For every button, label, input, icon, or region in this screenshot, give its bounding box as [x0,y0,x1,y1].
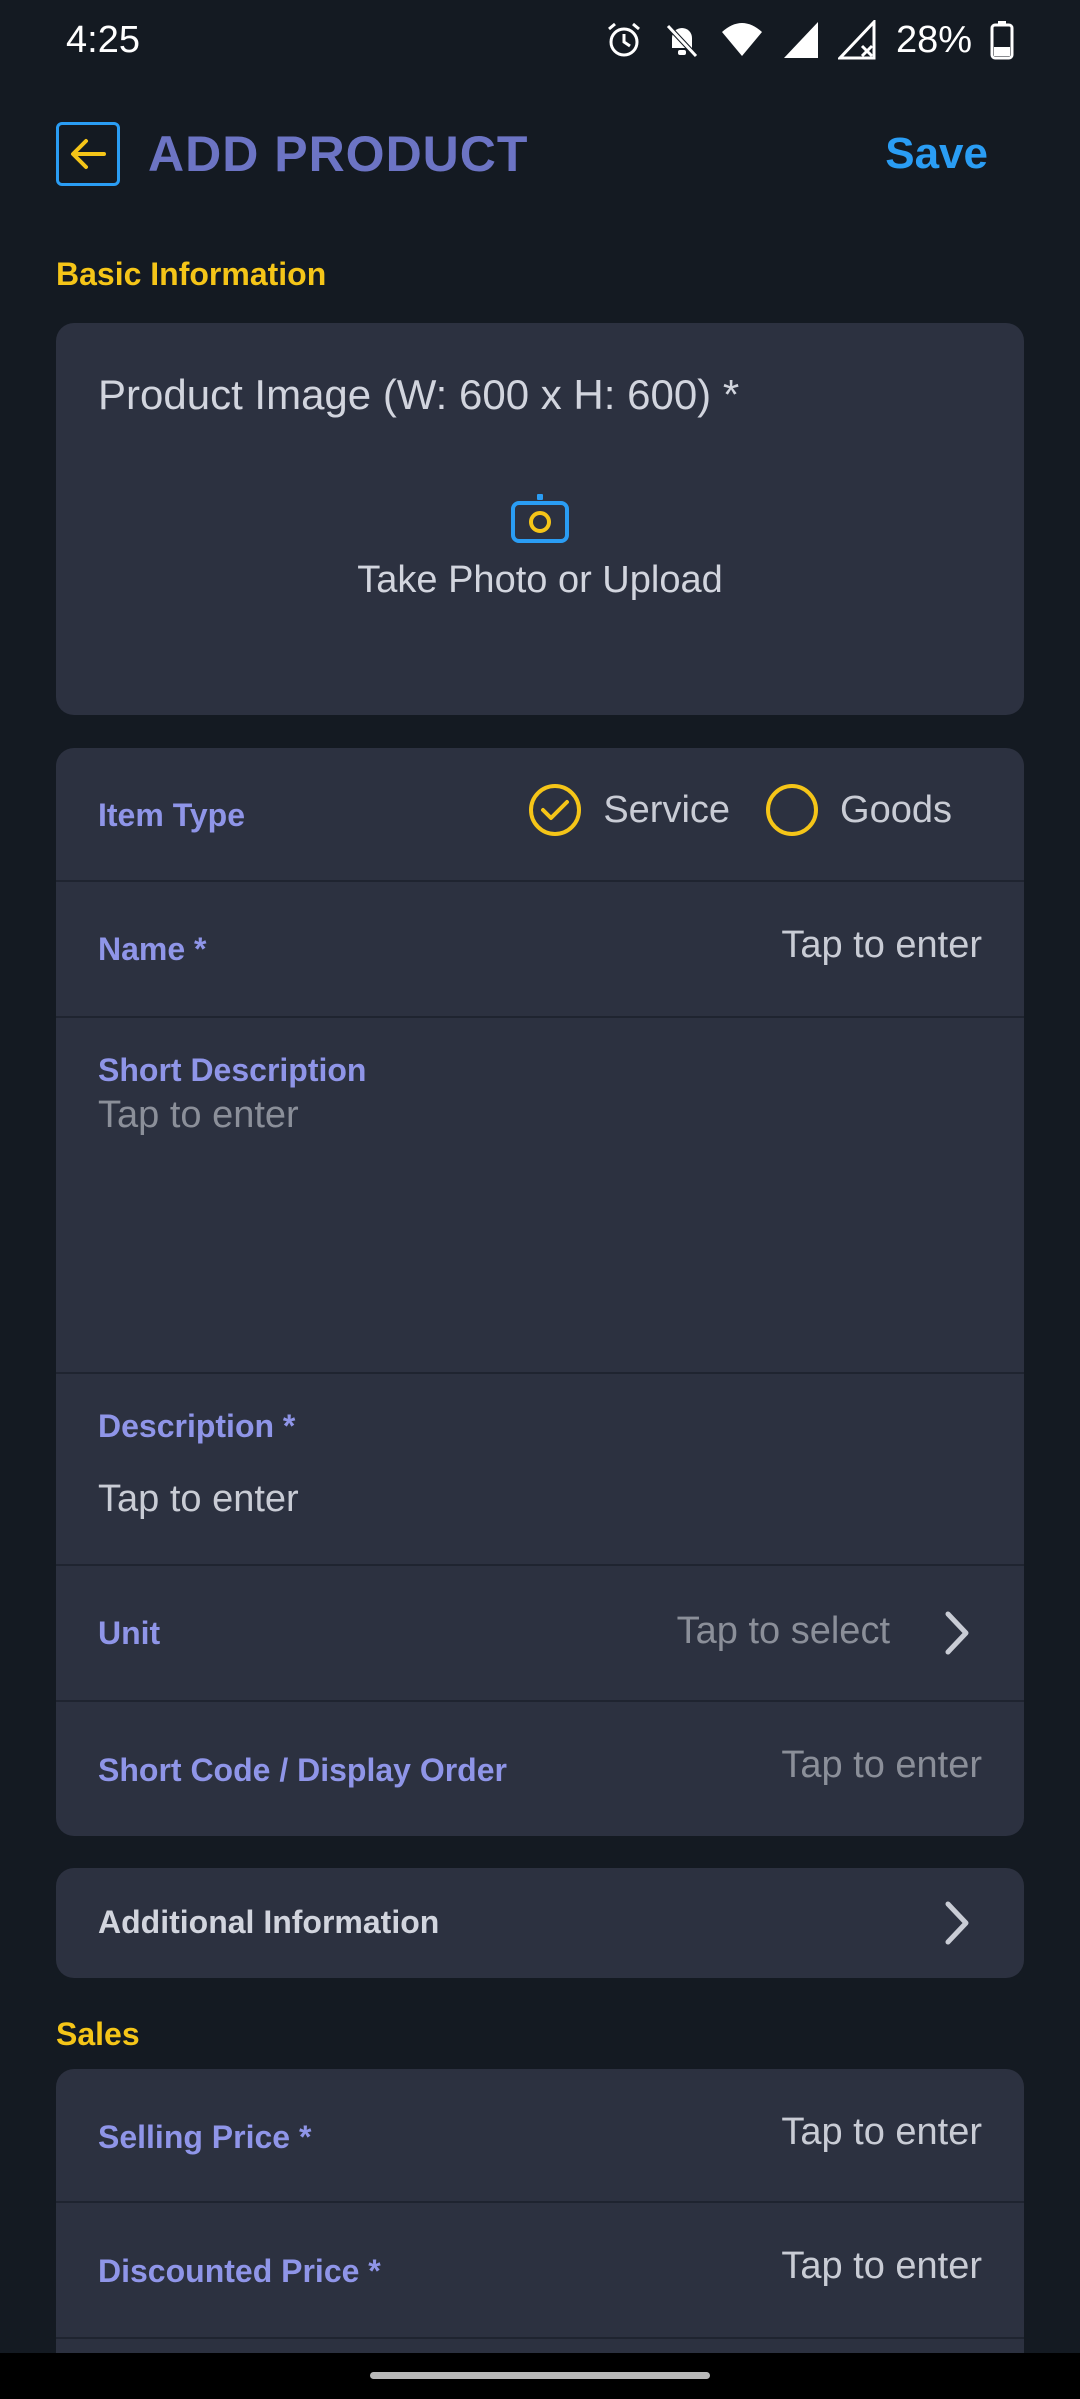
save-button[interactable]: Save [885,129,988,179]
additional-information-row[interactable]: Additional Information [56,1868,1024,1978]
short-code-row[interactable]: Short Code / Display Order Tap to enter [56,1702,1024,1836]
selling-price-label: Selling Price * [98,2119,312,2155]
signal-x-icon [837,20,876,60]
signal-icon [783,22,818,58]
description-label: Description * [98,1408,296,1444]
selling-price-row[interactable]: Selling Price * Tap to enter [56,2069,1024,2203]
unit-label: Unit [98,1615,161,1651]
radio-service-circle [529,784,582,836]
radio-goods[interactable]: Goods [766,784,952,836]
product-image-card[interactable]: Product Image (W: 600 x H: 600) * Take P… [56,323,1024,715]
sales-form: Selling Price * Tap to enter Discounted … [56,2069,1024,2399]
item-type-radio-group: Service Goods [529,784,952,836]
navigation-bar [0,2353,1080,2399]
page-title: ADD PRODUCT [148,126,529,182]
short-description-input[interactable]: Tap to enter [98,1094,299,1137]
radio-service[interactable]: Service [529,784,730,836]
status-icons: 28% [604,19,1014,62]
status-bar: 4:25 28% [0,0,1080,80]
short-code-input[interactable]: Tap to enter [781,1744,982,1787]
description-row[interactable]: Description * Tap to enter [56,1374,1024,1566]
product-image-label: Product Image (W: 600 x H: 600) * [98,371,740,418]
name-label: Name * [98,931,207,967]
section-title-basic-information: Basic Information [56,256,327,292]
discounted-price-row[interactable]: Discounted Price * Tap to enter [56,2203,1024,2339]
radio-goods-label: Goods [840,788,952,831]
radio-goods-circle [766,784,819,836]
additional-information-label: Additional Information [98,1904,440,1940]
discounted-price-label: Discounted Price * [98,2253,381,2289]
unit-select[interactable]: Tap to select [677,1610,890,1653]
back-button[interactable] [56,122,120,186]
short-description-row[interactable]: Short Description Tap to enter [56,1018,1024,1374]
name-input[interactable]: Tap to enter [781,924,982,967]
upload-text: Take Photo or Upload [357,559,723,601]
battery-icon [990,21,1014,60]
item-type-label: Item Type [98,797,245,833]
name-row[interactable]: Name * Tap to enter [56,882,1024,1018]
alarm-icon [607,22,640,57]
status-time: 4:25 [66,18,140,61]
bell-off-icon [666,24,698,58]
check-icon [541,800,570,820]
description-input[interactable]: Tap to enter [98,1478,299,1521]
camera-icon [511,494,569,543]
section-title-sales: Sales [56,2016,140,2052]
app-bar: ADD PRODUCT Save [56,118,1024,190]
short-code-label: Short Code / Display Order [98,1752,507,1788]
upload-area[interactable]: Take Photo or Upload [56,493,1024,602]
selling-price-input[interactable]: Tap to enter [781,2111,982,2154]
item-type-row: Item Type Service Goods [56,748,1024,882]
battery-percent: 28% [895,18,972,61]
home-gesture-handle[interactable] [370,2372,710,2379]
unit-row[interactable]: Unit Tap to select [56,1566,1024,1702]
basic-info-form: Item Type Service Goods Name * Tap to en… [56,748,1024,1836]
chevron-right-icon [945,1611,969,1655]
arrow-left-icon [71,139,106,169]
discounted-price-input[interactable]: Tap to enter [781,2245,982,2288]
wifi-icon [721,23,762,56]
chevron-right-icon [945,1901,969,1945]
radio-service-label: Service [603,788,731,831]
short-description-label: Short Description [98,1052,367,1088]
